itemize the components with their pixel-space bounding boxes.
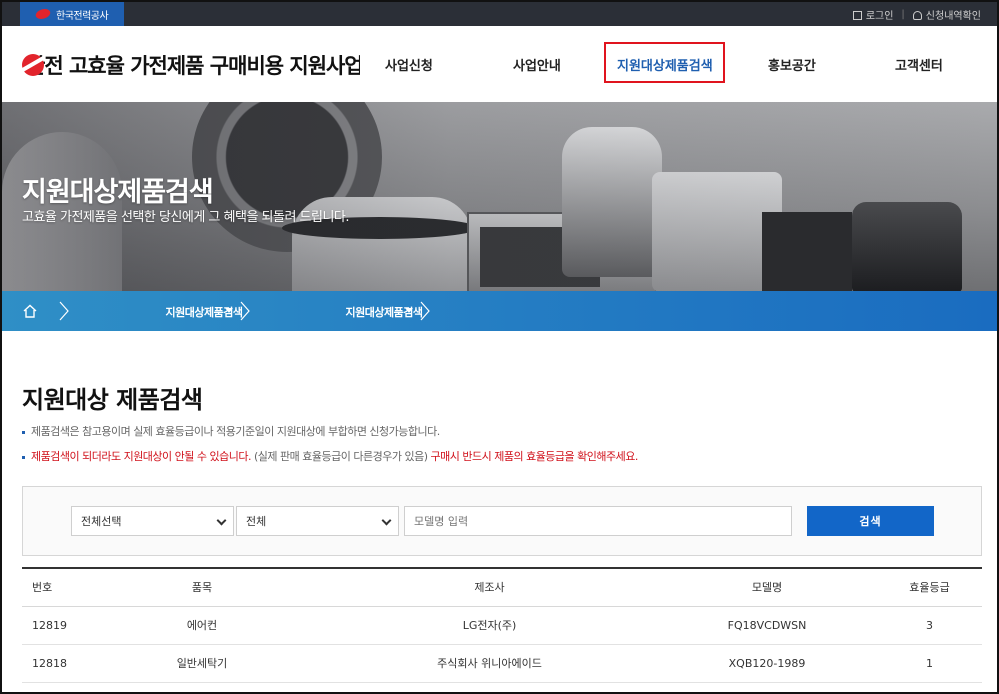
utility-links: 로그인 | 신청내역확인 (852, 2, 981, 26)
notice-line-2: 제품검색이 되더라도 지원대상이 안될 수 있습니다. (실제 판매 효율등급이… (22, 448, 638, 464)
chevron-down-icon (216, 515, 227, 526)
col-header-no: 번호 (22, 567, 82, 607)
search-panel: 전체선택 전체 검색 (22, 486, 982, 556)
cell-maker: 주식회사 위니아에이드 (322, 644, 657, 683)
hero-title: 지원대상제품검색 (22, 177, 214, 208)
col-header-grade: 효율등급 (877, 567, 982, 607)
person-icon (912, 11, 922, 20)
breadcrumb-level2[interactable]: 지원대상제품검색 (264, 304, 504, 320)
maker-select[interactable]: 전체 (236, 506, 399, 536)
org-name: 한국전력공사 (56, 10, 109, 22)
table-row[interactable]: 12818 일반세탁기 주식회사 위니아에이드 XQB120-1989 1 (22, 644, 982, 683)
cell-item: 에어컨 (82, 606, 322, 645)
col-header-model: 모델명 (657, 567, 877, 607)
bullet-icon (22, 455, 25, 459)
main-nav: 사업신청 사업안내 지원대상제품검색 홍보공간 고객센터 (2, 26, 997, 102)
col-header-item: 품목 (82, 567, 322, 607)
notice-line-1: 제품검색은 참고용이며 실제 효율등급이나 적용기준일이 지원대상에 부합하면 … (22, 423, 440, 439)
page-frame: 한국전력공사 로그인 | 신청내역확인 한전 고효율 가전제품 구매비용 지원사… (0, 0, 999, 694)
cell-maker: LG전자(주) (322, 606, 657, 645)
application-check-link[interactable]: 신청내역확인 (912, 7, 981, 22)
model-search-input[interactable] (404, 506, 792, 536)
cell-no: 12818 (22, 644, 82, 683)
hero-subtitle: 고효율 가전제품을 선택한 당신에게 그 혜택을 되돌려 드립니다. (22, 210, 350, 225)
col-header-maker: 제조사 (322, 567, 657, 607)
cell-model: XQB120-1989 (657, 644, 877, 683)
login-icon (852, 11, 862, 20)
table-header-row: 번호 품목 제조사 모델명 효율등급 (22, 567, 982, 607)
chevron-right-icon (420, 301, 430, 321)
cell-grade: 3 (877, 606, 982, 645)
site-header: 한전 고효율 가전제품 구매비용 지원사업 사업신청 사업안내 지원대상제품검색… (2, 26, 997, 102)
cell-model: FQ18VCDWSN (657, 606, 877, 645)
breadcrumb: 지원대상제품검색 지원대상제품검색 (2, 291, 997, 331)
cell-item: 일반세탁기 (82, 644, 322, 683)
chevron-right-icon (59, 301, 69, 321)
divider: | (901, 8, 905, 20)
nav-highlight-box (604, 42, 725, 83)
page-title: 지원대상 제품검색 (22, 386, 203, 414)
cell-no: 12819 (22, 606, 82, 645)
login-link[interactable]: 로그인 (852, 7, 893, 22)
kepco-home-link[interactable]: 한국전력공사 (20, 2, 124, 26)
utility-bar: 한국전력공사 로그인 | 신청내역확인 (2, 2, 997, 26)
hero-banner: 지원대상제품검색 고효율 가전제품을 선택한 당신에게 그 혜택을 되돌려 드립… (2, 102, 997, 291)
chevron-down-icon[interactable] (225, 308, 233, 313)
chevron-right-icon (240, 301, 250, 321)
bullet-icon (22, 430, 25, 434)
nav-apply[interactable]: 사업신청 (385, 55, 433, 74)
cell-grade: 1 (877, 644, 982, 683)
nav-guide[interactable]: 사업안내 (513, 55, 561, 74)
chevron-down-icon (381, 515, 392, 526)
chevron-down-icon[interactable] (405, 308, 413, 313)
category-select[interactable]: 전체선택 (71, 506, 234, 536)
nav-customer-center[interactable]: 고객센터 (895, 55, 943, 74)
home-icon[interactable] (22, 303, 38, 319)
nav-promotion[interactable]: 홍보공간 (768, 55, 816, 74)
results-table: 번호 품목 제조사 모델명 효율등급 12819 에어컨 LG전자(주) FQ1… (22, 567, 982, 683)
table-row[interactable]: 12819 에어컨 LG전자(주) FQ18VCDWSN 3 (22, 606, 982, 645)
kepco-logo-icon (34, 9, 52, 19)
search-button[interactable]: 검색 (807, 506, 934, 536)
